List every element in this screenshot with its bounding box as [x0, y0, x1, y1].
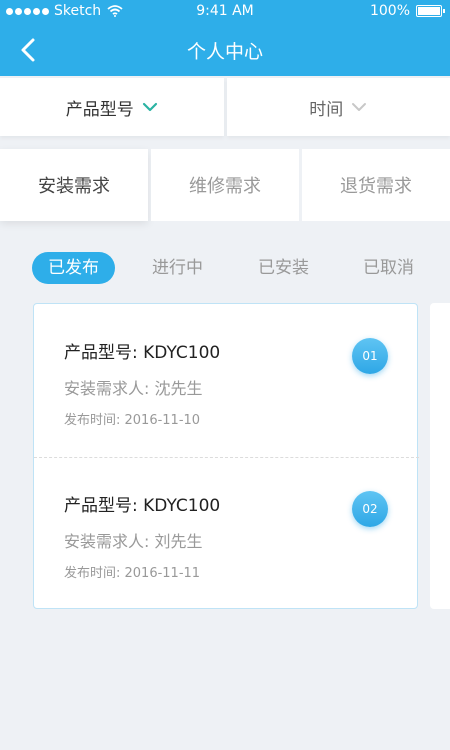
chevron-down-icon — [142, 102, 157, 112]
publish-date: 发布时间: 2016-11-10 — [64, 413, 201, 428]
index-badge: 02 — [352, 491, 388, 527]
status-tab-in-progress[interactable]: 进行中 — [152, 252, 203, 284]
battery-percent: 100% — [369, 3, 410, 19]
next-card-peek[interactable] — [430, 303, 450, 609]
list-item[interactable]: 产品型号: KDYC100 安装需求人: 刘先生 发布时间: 2016-11-1… — [34, 457, 419, 610]
status-tabs: 已发布 进行中 已安装 已取消 — [32, 252, 450, 284]
filter-label: 时间 — [309, 99, 344, 120]
publish-date: 发布时间: 2016-11-11 — [64, 566, 201, 581]
tab-install-request[interactable]: 安装需求 — [0, 149, 148, 221]
page-title: 个人中心 — [186, 41, 263, 63]
status-bar: Sketch 9:41 AM 100% — [0, 0, 450, 24]
filter-time[interactable]: 时间 — [226, 78, 450, 136]
tab-repair-request[interactable]: 维修需求 — [151, 149, 299, 221]
filter-product-model[interactable]: 产品型号 — [0, 78, 224, 136]
status-tab-published[interactable]: 已发布 — [32, 252, 115, 284]
index-badge: 01 — [352, 338, 388, 374]
battery-icon — [416, 5, 445, 17]
requester: 安装需求人: 沈先生 — [64, 379, 203, 398]
status-tab-installed[interactable]: 已安装 — [258, 252, 309, 284]
tab-return-request[interactable]: 退货需求 — [302, 149, 450, 221]
product-model: 产品型号: KDYC100 — [64, 343, 221, 363]
status-tab-cancelled[interactable]: 已取消 — [363, 252, 414, 284]
category-tabs: 安装需求 维修需求 退货需求 — [0, 149, 450, 221]
request-card: 产品型号: KDYC100 安装需求人: 沈先生 发布时间: 2016-11-1… — [33, 303, 419, 610]
chevron-down-icon — [352, 103, 367, 111]
requester: 安装需求人: 刘先生 — [64, 532, 203, 551]
nav-bar: 个人中心 — [0, 24, 450, 76]
battery-group: 100% — [369, 3, 445, 19]
header-bar: Sketch 9:41 AM 100% 个人中心 — [0, 0, 450, 76]
list-item[interactable]: 产品型号: KDYC100 安装需求人: 沈先生 发布时间: 2016-11-1… — [34, 304, 419, 457]
filter-bar: 产品型号 时间 — [0, 78, 450, 136]
filter-label: 产品型号 — [65, 99, 134, 120]
product-model: 产品型号: KDYC100 — [64, 496, 221, 516]
